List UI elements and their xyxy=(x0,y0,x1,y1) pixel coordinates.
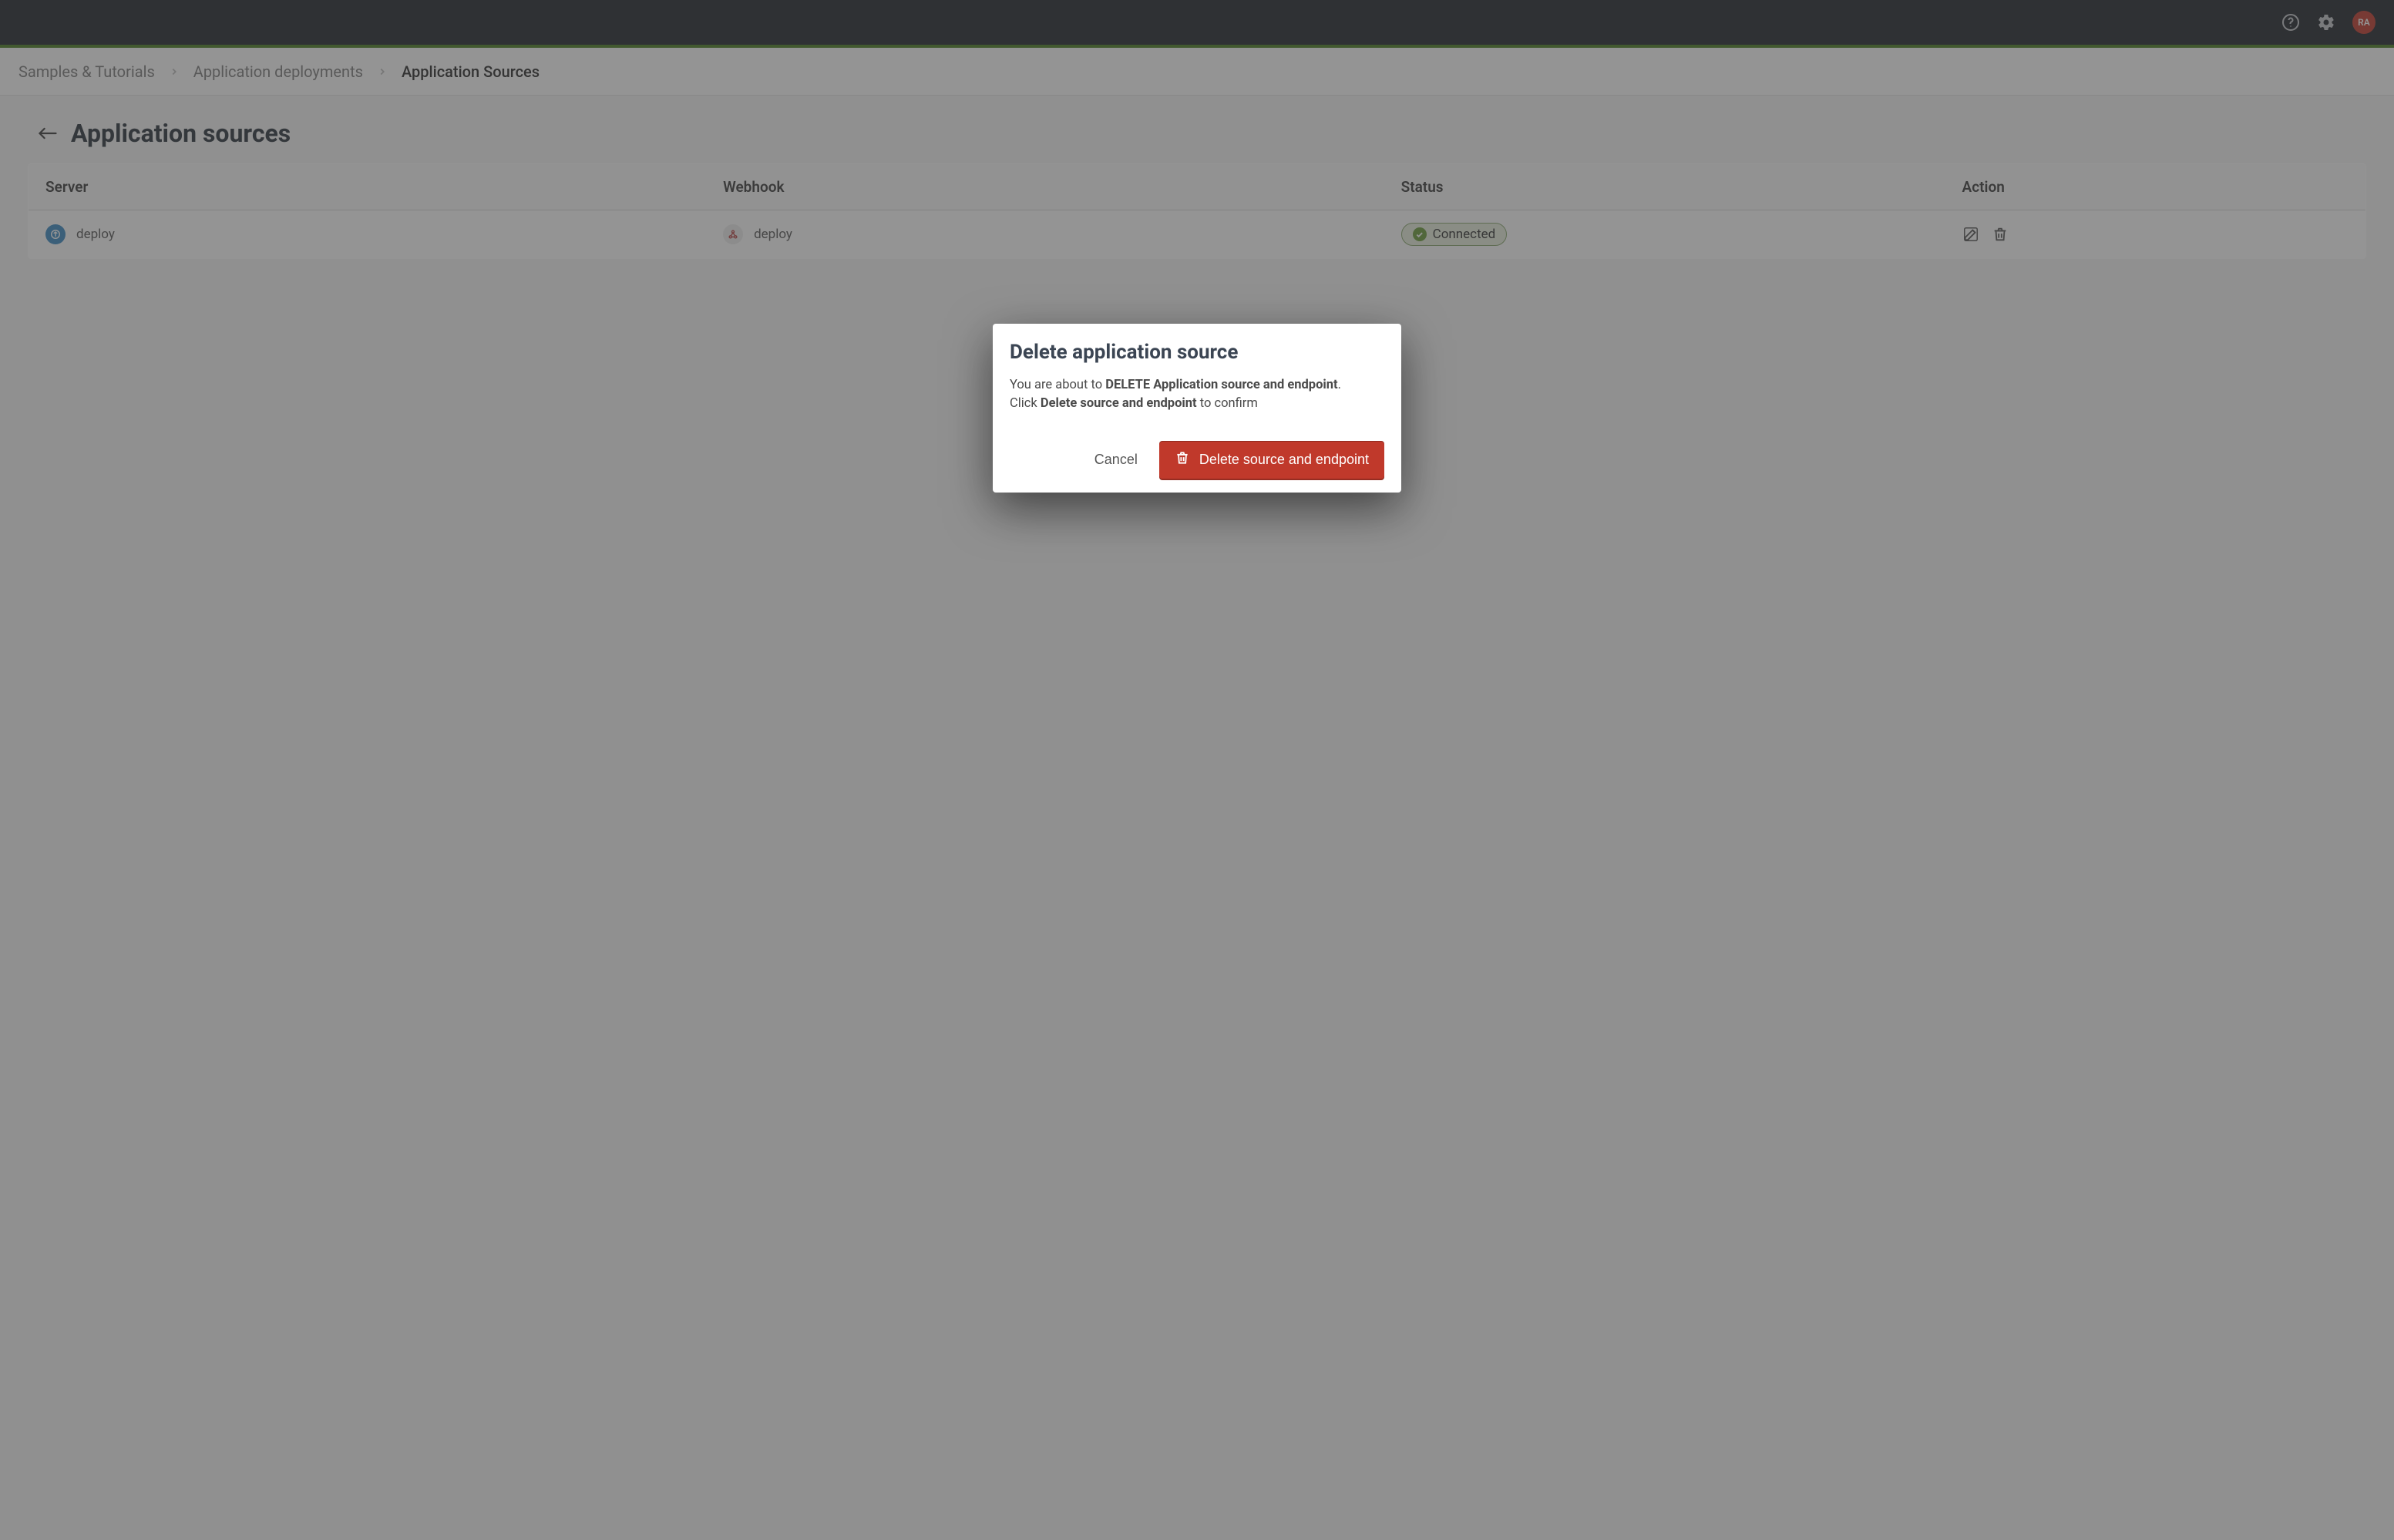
trash-icon xyxy=(1175,450,1190,469)
delete-source-endpoint-button[interactable]: Delete source and endpoint xyxy=(1159,441,1384,479)
delete-source-modal: Delete application source You are about … xyxy=(993,324,1401,493)
modal-title: Delete application source xyxy=(1010,341,1384,364)
modal-body: You are about to DELETE Application sour… xyxy=(1010,376,1384,413)
modal-overlay[interactable]: Delete application source You are about … xyxy=(0,0,2394,1540)
cancel-button[interactable]: Cancel xyxy=(1088,444,1144,476)
delete-button-label: Delete source and endpoint xyxy=(1199,452,1369,468)
